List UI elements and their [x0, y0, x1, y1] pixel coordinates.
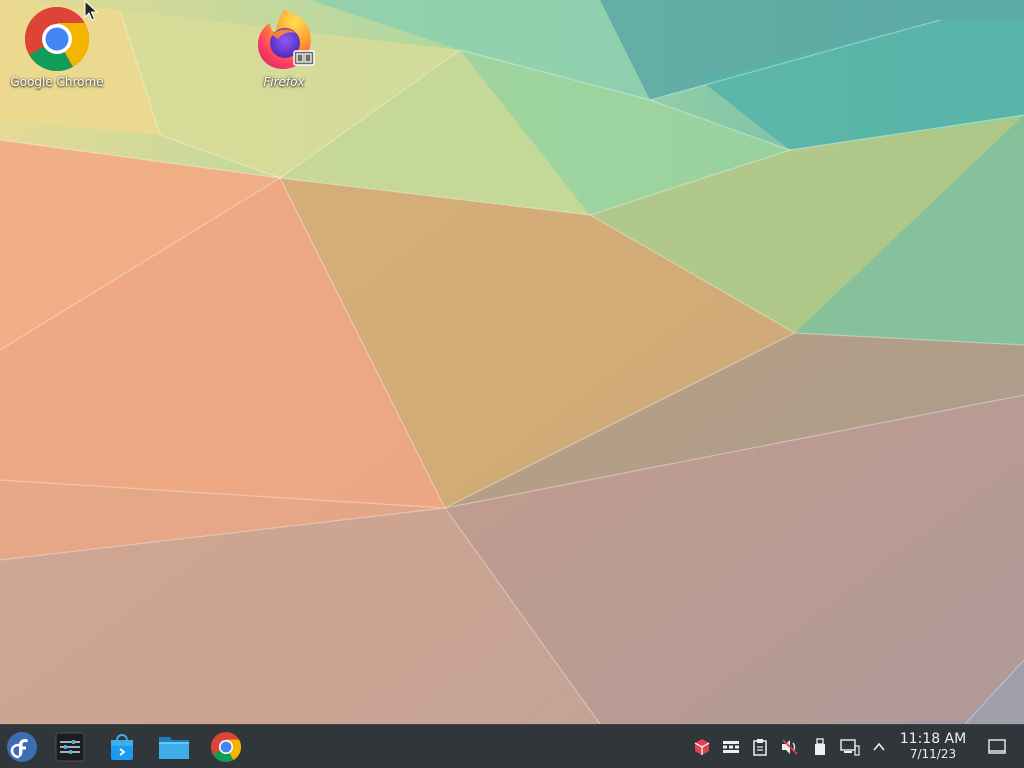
clock-date: 7/11/23 [909, 747, 957, 761]
network-tray[interactable] [840, 737, 860, 757]
removable-devices-tray[interactable] [810, 737, 830, 757]
desktop-icon-label: Google Chrome [10, 75, 104, 89]
usb-drive-icon [815, 738, 825, 755]
taskbar-panel: 11:18 AM 7/11/23 [0, 724, 1024, 768]
clipboard-icon [753, 739, 767, 756]
file-manager-launcher[interactable] [154, 727, 194, 767]
fedora-icon [7, 732, 37, 762]
digital-clock[interactable]: 11:18 AM 7/11/23 [896, 731, 970, 761]
virtual-keyboard-tray[interactable] [721, 737, 741, 757]
google-chrome-launcher[interactable] [206, 727, 246, 767]
clipboard-tray[interactable] [750, 737, 770, 757]
desktop-icon-firefox[interactable]: Firefox [232, 5, 336, 89]
chrome-icon [23, 5, 91, 73]
cube-icon [694, 739, 710, 755]
firefox-icon [250, 5, 318, 73]
show-hidden-icons-button[interactable] [869, 737, 889, 757]
mouse-cursor-icon [84, 0, 99, 21]
package-updates-tray[interactable] [692, 737, 712, 757]
desktop-wallpaper [0, 0, 1024, 768]
keyboard-icon [723, 741, 739, 753]
discover-launcher[interactable] [102, 727, 142, 767]
application-launcher-button[interactable] [2, 727, 42, 767]
speaker-muted-icon [782, 739, 798, 755]
show-desktop-button[interactable] [986, 737, 1008, 757]
shopping-bag-icon [111, 733, 133, 760]
desktop-icon-label: Firefox [263, 75, 305, 89]
system-settings-launcher[interactable] [50, 727, 90, 767]
clock-time: 11:18 AM [899, 731, 967, 747]
chevron-up-icon [873, 742, 885, 751]
settings-sliders-icon [55, 732, 85, 762]
wired-network-icon [840, 739, 860, 756]
chrome-icon [210, 731, 242, 763]
folder-icon [159, 737, 189, 759]
volume-tray[interactable] [780, 737, 800, 757]
show-desktop-icon [988, 739, 1006, 754]
